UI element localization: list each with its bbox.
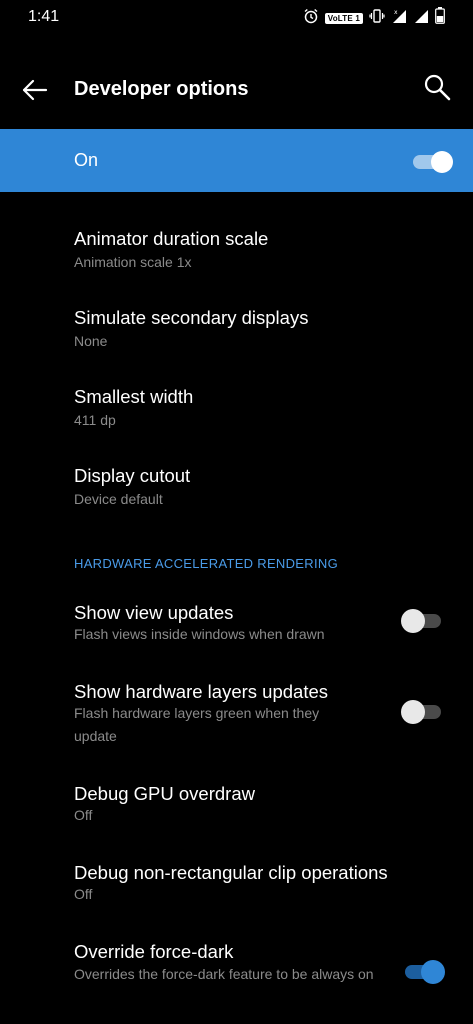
master-switch-bar[interactable]: On	[0, 129, 473, 192]
arrow-left-icon	[22, 79, 48, 101]
signal-icon	[413, 8, 429, 29]
app-bar: Developer options	[0, 56, 473, 124]
master-switch-toggle[interactable]	[413, 149, 453, 173]
toggle-thumb	[401, 609, 425, 633]
pref-display-cutout[interactable]: Display cutout Device default	[0, 429, 473, 508]
vibrate-icon	[369, 8, 385, 29]
pref-summary: Off	[74, 807, 93, 823]
search-icon	[424, 74, 451, 101]
toggle-thumb	[421, 960, 445, 984]
pref-title: Smallest width	[74, 386, 194, 407]
svg-text:x: x	[394, 9, 398, 16]
master-switch-label: On	[74, 150, 99, 170]
pref-summary: Off	[74, 886, 93, 902]
pref-summary: Overrides the force-dark feature to be a…	[74, 966, 374, 982]
toggle-thumb	[431, 151, 453, 173]
pref-title: Debug non-rectangular clip operations	[74, 862, 388, 883]
battery-icon	[435, 7, 445, 29]
pref-smallest-width[interactable]: Smallest width 411 dp	[0, 350, 473, 429]
pref-title: Debug GPU overdraw	[74, 783, 255, 804]
volte-icon: VoLTE 1	[324, 12, 363, 24]
override-force-dark-toggle[interactable]	[403, 960, 445, 984]
status-icons: VoLTE 1 x	[303, 7, 445, 29]
toggle-thumb	[401, 700, 425, 724]
pref-show-view-updates[interactable]: Show view updates Flash views inside win…	[0, 588, 473, 668]
show-hardware-layers-updates-toggle[interactable]	[401, 700, 441, 724]
signal-icon: x	[391, 8, 407, 29]
pref-show-hardware-layers-updates[interactable]: Show hardware layers updates Flash hardw…	[0, 668, 473, 772]
pref-title: Show hardware layers updates	[74, 681, 329, 702]
pref-override-force-dark[interactable]: Override force-dark Overrides the force-…	[0, 930, 473, 1024]
pref-title: Animator duration scale	[74, 228, 269, 249]
pref-summary: Flash views inside windows when drawn	[74, 626, 325, 642]
show-view-updates-toggle[interactable]	[401, 609, 441, 633]
pref-title: Override force-dark	[74, 941, 234, 962]
pref-summary: Device default	[74, 491, 163, 507]
page-title: Developer options	[74, 78, 249, 100]
pref-title: Show view updates	[74, 602, 234, 623]
search-button[interactable]	[421, 72, 455, 106]
pref-summary: Flash hardware layers green when they up…	[74, 705, 320, 744]
pref-simulate-secondary-displays[interactable]: Simulate secondary displays None	[0, 271, 473, 350]
pref-title: Display cutout	[74, 465, 191, 486]
pref-debug-gpu-overdraw[interactable]: Debug GPU overdraw Off	[0, 772, 473, 851]
pref-title: Simulate secondary displays	[74, 307, 309, 328]
pref-debug-non-rectangular-clip[interactable]: Debug non-rectangular clip operations Of…	[0, 851, 473, 930]
back-button[interactable]	[18, 74, 54, 106]
pref-animator-duration-scale[interactable]: Animator duration scale Animation scale …	[0, 192, 473, 271]
status-time: 1:41	[28, 8, 60, 25]
status-bar: 1:41 VoLTE 1 x	[0, 0, 473, 36]
screen: 1:41 VoLTE 1 x Developer options On Anim…	[0, 0, 473, 1024]
section-header-hardware-rendering: HARDWARE ACCELERATED RENDERING	[74, 556, 338, 571]
alarm-icon	[303, 8, 319, 29]
